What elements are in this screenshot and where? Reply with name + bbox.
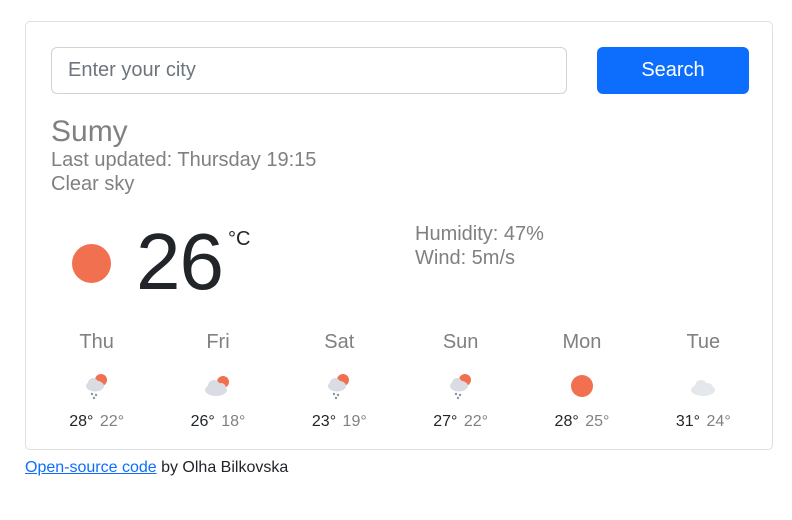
forecast-min: 25° xyxy=(585,413,610,430)
wind: Wind: 5m/s xyxy=(415,247,516,269)
forecast-day-name: Thu xyxy=(79,331,114,353)
forecast-day-name: Sat xyxy=(324,331,355,353)
forecast-min: 22° xyxy=(463,413,489,430)
forecast-day: Thu 28° 22° xyxy=(36,330,157,432)
forecast-day-name: Sun xyxy=(442,331,479,353)
current-temperature: 26 xyxy=(136,217,224,306)
forecast-temps: 28° 22° xyxy=(36,412,157,432)
forecast-max: 28° xyxy=(554,413,579,430)
forecast-min: 18° xyxy=(221,413,246,430)
sun-icon xyxy=(72,244,111,283)
temperature-unit[interactable]: °C xyxy=(228,228,250,251)
forecast-max: 26° xyxy=(190,413,215,430)
forecast-day: Tue 31° 24° xyxy=(643,330,764,432)
rain-sun-icon xyxy=(36,366,157,406)
forecast-temps: 31° 24° xyxy=(643,412,764,432)
forecast-temps: 28° 25° xyxy=(521,412,642,432)
forecast-day: Fri 26° 18° xyxy=(157,330,278,432)
rain-sun-icon xyxy=(400,366,521,406)
last-updated: Last updated: Thursday 19:15 xyxy=(51,149,317,171)
forecast-min: 22° xyxy=(99,413,125,430)
forecast-temps: 26° 18° xyxy=(157,412,278,432)
city-search-input[interactable] xyxy=(51,47,567,94)
forecast-max: 23° xyxy=(311,413,337,430)
footer: Open-source code by Olha Bilkovska xyxy=(25,458,288,478)
forecast-day: Sun 27° 22° xyxy=(400,330,521,432)
open-source-link[interactable]: Open-source code xyxy=(25,459,157,476)
forecast-min: 24° xyxy=(706,413,731,430)
cloud-sun-icon xyxy=(157,366,278,406)
forecast-max: 28° xyxy=(69,413,94,430)
forecast-temps: 23° 19° xyxy=(279,412,400,432)
city-name: Sumy xyxy=(51,115,128,148)
rain-sun-icon xyxy=(279,366,400,406)
forecast-max: 27° xyxy=(433,413,458,430)
forecast-min: 19° xyxy=(342,413,367,430)
forecast-day-name: Mon xyxy=(562,331,602,353)
sun-icon xyxy=(521,366,642,406)
forecast-day-name: Tue xyxy=(686,331,721,353)
weather-card: Search Sumy Last updated: Thursday 19:15… xyxy=(25,21,773,450)
forecast-day: Mon 28° 25° xyxy=(521,330,642,432)
cloud-icon xyxy=(643,366,764,406)
search-button[interactable]: Search xyxy=(597,47,749,94)
forecast: Thu 28° 22° Fri 26° 18° Sat 23° 19° Sun … xyxy=(36,330,764,432)
forecast-day: Sat 23° 19° xyxy=(279,330,400,432)
forecast-temps: 27° 22° xyxy=(400,412,521,432)
humidity: Humidity: 47% xyxy=(415,223,544,245)
forecast-day-name: Fri xyxy=(206,331,230,353)
author-credit: by Olha Bilkovska xyxy=(156,459,289,476)
forecast-max: 31° xyxy=(675,413,701,430)
weather-description: Clear sky xyxy=(51,173,135,195)
